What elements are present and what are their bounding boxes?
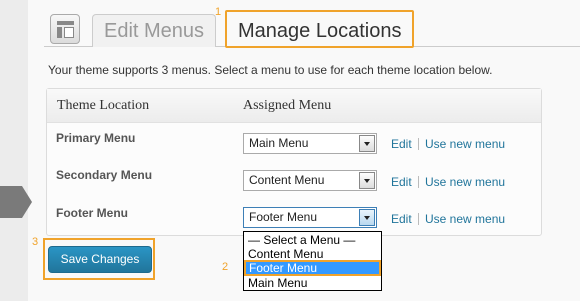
edit-link-footer[interactable]: Edit: [391, 212, 412, 226]
edit-link-secondary[interactable]: Edit: [391, 175, 412, 189]
row-label-primary: Primary Menu: [56, 131, 136, 145]
option-select-a-menu[interactable]: — Select a Menu —: [245, 233, 380, 247]
link-separator: [418, 176, 419, 188]
tab-manage-locations[interactable]: Manage Locations: [225, 10, 415, 48]
table-header: Theme Location Assigned Menu: [47, 89, 541, 123]
use-new-menu-link-secondary[interactable]: Use new menu: [425, 175, 505, 189]
secondary-menu-select[interactable]: Content Menu: [243, 170, 377, 191]
chevron-down-icon: [359, 135, 375, 152]
primary-menu-select[interactable]: Main Menu: [243, 133, 377, 154]
header-theme-location: Theme Location: [57, 98, 150, 113]
use-new-menu-link-primary[interactable]: Use new menu: [425, 137, 505, 151]
option-content-menu[interactable]: Content Menu: [245, 247, 380, 261]
option-footer-menu[interactable]: Footer Menu: [244, 260, 381, 276]
chevron-down-icon: [359, 172, 375, 189]
option-main-menu[interactable]: Main Menu: [245, 276, 380, 290]
admin-sidebar-edge: [0, 0, 28, 301]
select-value: Footer Menu: [249, 210, 318, 224]
annotation-marker-1: 1: [215, 6, 222, 18]
use-new-menu-link-footer[interactable]: Use new menu: [425, 212, 505, 226]
chevron-down-icon: [359, 209, 375, 226]
menus-screen-icon: [50, 14, 80, 44]
select-value: Main Menu: [249, 136, 309, 150]
select-value: Content Menu: [249, 173, 325, 187]
current-menu-indicator: [0, 186, 22, 218]
edit-link-primary[interactable]: Edit: [391, 137, 412, 151]
annotation-marker-2: 2: [222, 261, 229, 273]
link-separator: [418, 213, 419, 225]
row-label-secondary: Secondary Menu: [56, 168, 153, 182]
link-separator: [418, 138, 419, 150]
footer-menu-options-list: — Select a Menu — Content Menu Footer Me…: [243, 231, 382, 291]
intro-text: Your theme supports 3 menus. Select a me…: [48, 63, 493, 77]
row-label-footer: Footer Menu: [56, 206, 128, 220]
save-changes-button[interactable]: Save Changes: [48, 246, 152, 273]
footer-menu-select[interactable]: Footer Menu: [243, 207, 377, 228]
tab-edit-menus[interactable]: Edit Menus: [92, 14, 217, 47]
header-assigned-menu: Assigned Menu: [243, 98, 332, 113]
current-menu-arrow: [22, 186, 32, 218]
annotation-marker-3: 3: [32, 236, 39, 248]
